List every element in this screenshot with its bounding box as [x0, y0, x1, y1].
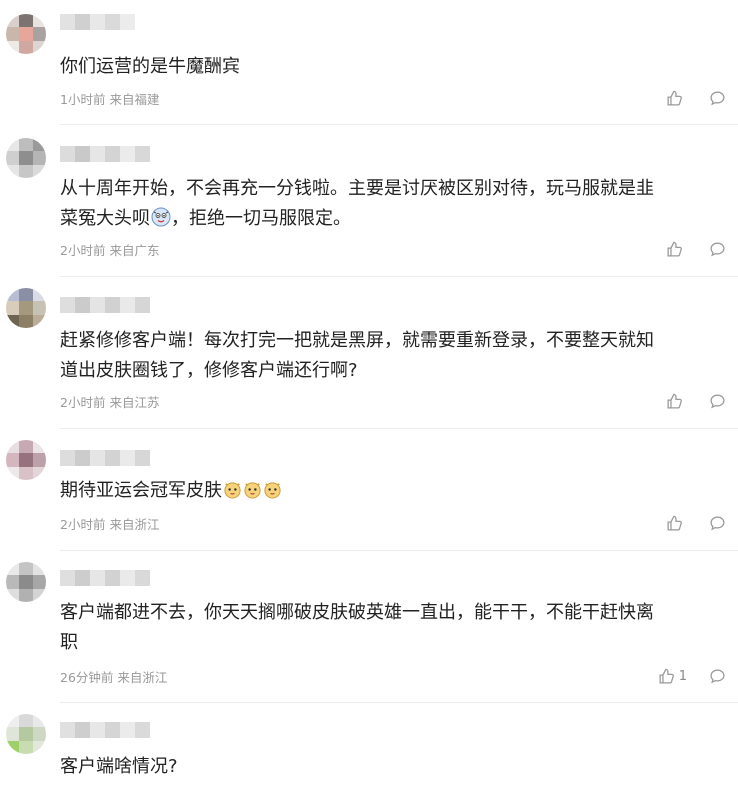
comment-text: 赶紧修修客户端！每次打完一把就是黑屏，就需要重新登录，不要整天就知 道出皮肤圈钱…	[60, 326, 730, 386]
avatar[interactable]	[6, 440, 46, 480]
comment-actions	[666, 513, 726, 533]
comment-bubble-icon	[710, 668, 725, 683]
divider	[60, 550, 738, 551]
cat-face-emoji	[224, 482, 241, 499]
comment-text: 你们运营的是牛魔酬宾	[60, 56, 240, 77]
divider	[60, 276, 738, 277]
comment-text-body: 期待亚运会冠军皮肤	[60, 480, 222, 501]
avatar[interactable]	[6, 14, 46, 54]
like-button[interactable]	[666, 90, 687, 107]
comment-text-line1: 客户端都进不去，你天天搁哪破皮肤破英雄一直出，能干干，不能干赶快离	[60, 602, 654, 623]
doge-face-emoji	[151, 207, 171, 227]
comment-location: 来自浙江	[117, 669, 168, 685]
comment-text-line1: 从十周年开始，不会再充一分钱啦。主要是讨厌被区别对待，玩马服就是韭	[60, 178, 654, 199]
divider	[60, 428, 738, 429]
username-blurred[interactable]	[60, 570, 150, 586]
comment-text-line1: 赶紧修修客户端！每次打完一把就是黑屏，就需要重新登录，不要整天就知	[60, 330, 654, 351]
comment-actions	[666, 239, 726, 259]
comment-bubble-icon	[710, 90, 725, 105]
comment-text-line2a: 菜冤大头呗	[60, 208, 150, 229]
like-count: 1	[678, 668, 687, 684]
like-button[interactable]	[666, 241, 687, 258]
thumbs-up-icon	[659, 668, 674, 684]
username-blurred[interactable]	[60, 146, 150, 162]
comment-text-line2: 道出皮肤圈钱了，修修客户端还行啊?	[60, 360, 358, 381]
comment-meta: 2小时前 来自江苏	[60, 392, 159, 410]
avatar[interactable]	[6, 138, 46, 178]
username-blurred[interactable]	[60, 14, 135, 30]
comment-location: 来自浙江	[109, 516, 160, 532]
comment-location: 来自福建	[109, 91, 160, 107]
avatar[interactable]	[6, 562, 46, 602]
reply-button[interactable]	[709, 393, 726, 410]
comment-time: 1小时前	[60, 91, 106, 107]
thumbs-up-icon	[667, 241, 682, 257]
comment-time: 2小时前	[60, 516, 106, 532]
cat-face-emoji	[264, 482, 281, 499]
comment-text: 从十周年开始，不会再充一分钱啦。主要是讨厌被区别对待，玩马服就是韭 菜冤大头呗 ，…	[60, 174, 730, 234]
comment-location: 来自江苏	[109, 394, 160, 410]
divider	[60, 702, 738, 703]
reply-button[interactable]	[709, 668, 726, 685]
comment-text-line2b: ，拒绝一切马服限定。	[171, 208, 351, 229]
reply-button[interactable]	[709, 241, 726, 258]
comment-text-line2: 职	[60, 632, 78, 653]
comment-meta: 2小时前 来自浙江	[60, 514, 159, 532]
comment-bubble-icon	[710, 515, 725, 530]
comment-location: 来自广东	[109, 242, 160, 258]
reply-button[interactable]	[709, 515, 726, 532]
comment-time: 26分钟前	[60, 669, 114, 685]
thumbs-up-icon	[667, 515, 682, 531]
username-blurred[interactable]	[60, 450, 150, 466]
comment-meta: 1小时前 来自福建	[60, 89, 159, 107]
divider	[60, 124, 738, 125]
like-button[interactable]	[666, 515, 687, 532]
comment-actions	[666, 88, 726, 108]
comment-meta: 2小时前 来自广东	[60, 240, 159, 258]
comment-text: 客户端啥情况?	[60, 756, 178, 777]
username-blurred[interactable]	[60, 722, 150, 738]
comment-bubble-icon	[710, 393, 725, 408]
avatar[interactable]	[6, 714, 46, 754]
thumbs-up-icon	[667, 393, 682, 409]
reply-button[interactable]	[709, 90, 726, 107]
username-blurred[interactable]	[60, 297, 150, 313]
comment-actions	[666, 391, 726, 411]
like-button[interactable]: 1	[658, 668, 687, 685]
comment-time: 2小时前	[60, 242, 106, 258]
avatar[interactable]	[6, 288, 46, 328]
cat-face-emoji	[244, 482, 261, 499]
comment-text: 客户端都进不去，你天天搁哪破皮肤破英雄一直出，能干干，不能干赶快离 职	[60, 598, 730, 658]
thumbs-up-icon	[667, 90, 682, 106]
comment-text: 期待亚运会冠军皮肤	[60, 476, 730, 506]
comment-time: 2小时前	[60, 394, 106, 410]
like-button[interactable]	[666, 393, 687, 410]
comment-bubble-icon	[710, 241, 725, 256]
comment-meta: 26分钟前 来自浙江	[60, 667, 167, 685]
comment-actions: 1	[658, 666, 726, 686]
